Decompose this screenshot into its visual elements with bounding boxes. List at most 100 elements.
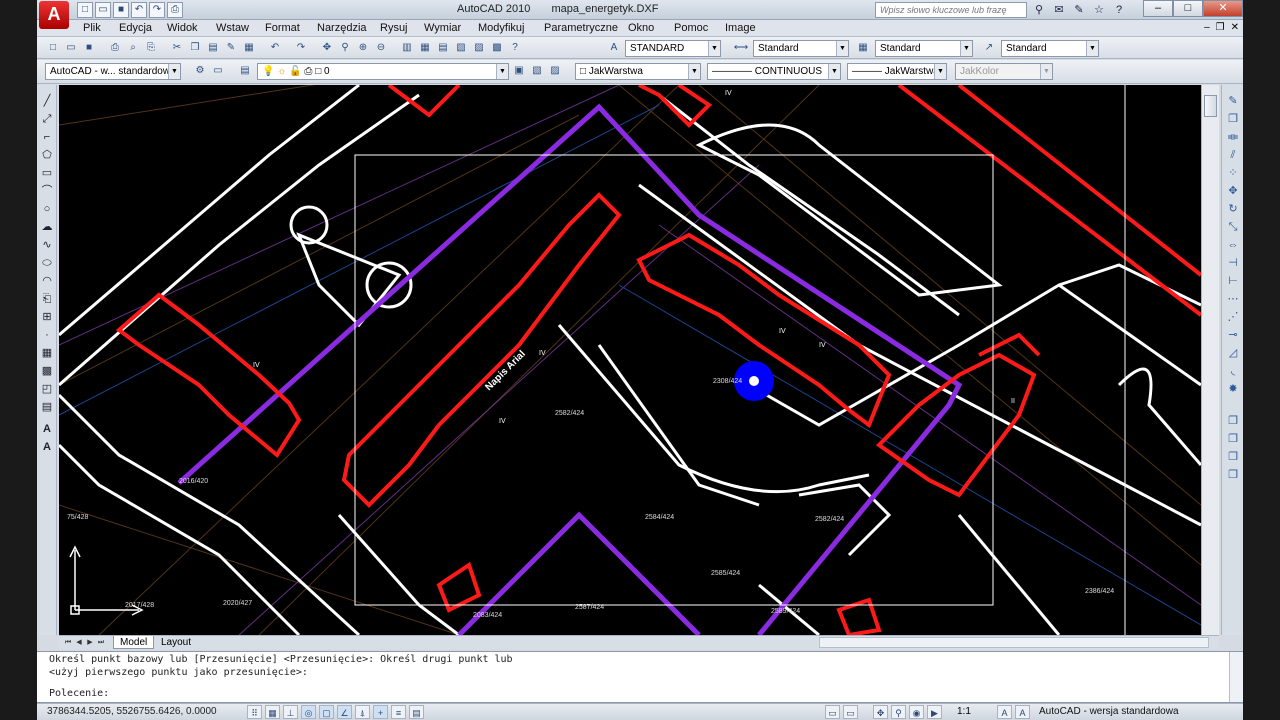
zoom-status-icon[interactable]: ⚲ — [891, 705, 906, 719]
menu-wstaw[interactable]: Wstaw — [216, 22, 249, 34]
text-style-select[interactable]: STANDARD ▼ — [625, 40, 721, 57]
erase-icon[interactable]: ✎ — [1225, 93, 1241, 109]
tools-icon[interactable]: ✎ — [1071, 2, 1087, 18]
offset-icon[interactable]: ⫽ — [1225, 147, 1241, 163]
bring-above-icon[interactable]: ❐ — [1225, 467, 1241, 483]
undo-icon[interactable]: ↶ — [267, 40, 283, 56]
move-icon[interactable]: ✥ — [1225, 183, 1241, 199]
first-tab-arrow-icon[interactable]: ⏮ — [63, 637, 73, 648]
break-icon[interactable]: ⋰ — [1225, 309, 1241, 325]
rotate-icon[interactable]: ↻ — [1225, 201, 1241, 217]
close-button[interactable]: ✕ — [1203, 0, 1243, 17]
next-tab-arrow-icon[interactable]: ▶ — [85, 637, 95, 648]
markup-icon[interactable]: ▨ — [471, 40, 487, 56]
save-icon[interactable]: ■ — [113, 2, 129, 18]
binoculars-icon[interactable]: ⚲ — [1031, 2, 1047, 18]
copy-icon[interactable]: ❐ — [187, 40, 203, 56]
command-scrollbar[interactable] — [1229, 652, 1243, 702]
explode-icon[interactable]: ✸ — [1225, 381, 1241, 397]
text-icon[interactable]: A — [39, 439, 55, 455]
ortho-mode-icon[interactable]: ⊥ — [283, 705, 298, 719]
join-icon[interactable]: ⊸ — [1225, 327, 1241, 343]
quickcalc-icon[interactable]: ▩ — [489, 40, 505, 56]
fillet-icon[interactable]: ◟ — [1225, 363, 1241, 379]
menu-parametryczne[interactable]: Parametryczne — [544, 22, 618, 34]
help-icon[interactable]: ? — [1111, 2, 1127, 18]
circle-icon[interactable]: ○ — [39, 201, 55, 217]
mirror-icon[interactable]: ⟚ — [1225, 129, 1241, 145]
object-snap-tracking-icon[interactable]: ∠ — [337, 705, 352, 719]
dim-style-select[interactable]: Standard ▼ — [753, 40, 849, 57]
insert-block-icon[interactable]: ⎗ — [39, 291, 55, 307]
mtext-icon[interactable]: A — [39, 421, 55, 437]
spline-icon[interactable]: ∿ — [39, 237, 55, 253]
menu-narzedzia[interactable]: Narzędzia — [317, 22, 367, 34]
showmotion-icon[interactable]: ▶ — [927, 705, 942, 719]
quick-properties-icon[interactable]: ▤ — [409, 705, 424, 719]
workspace-select[interactable]: AutoCAD - w... standardowa ▼ — [45, 63, 181, 80]
menu-image[interactable]: Image — [725, 22, 756, 34]
make-block-icon[interactable]: ⊞ — [39, 309, 55, 325]
layer-select[interactable]: 💡 ☼ 🔓 ⎙ □ 0 ▼ — [257, 63, 509, 80]
array-icon[interactable]: ⁘ — [1225, 165, 1241, 181]
polar-tracking-icon[interactable]: ◎ — [301, 705, 316, 719]
annotation-visibility-icon[interactable]: A — [997, 705, 1012, 719]
application-menu-button[interactable]: A — [39, 1, 69, 29]
tool-palettes-icon[interactable]: ▤ — [435, 40, 451, 56]
hatch-icon[interactable]: ▦ — [39, 345, 55, 361]
bring-front-icon[interactable]: ❐ — [1225, 431, 1241, 447]
help-search-input[interactable]: Wpisz słowo kluczowe lub frazę — [875, 2, 1027, 18]
command-line[interactable]: Określ punkt bazowy lub [Przesunięcie] <… — [37, 651, 1243, 703]
vertical-scrollbar[interactable] — [1201, 85, 1219, 635]
menu-plik[interactable]: Plik — [83, 22, 101, 34]
layout-space-icon[interactable]: ▭ — [843, 705, 858, 719]
layer-manager-icon[interactable]: ▤ — [237, 63, 253, 79]
command-prompt[interactable]: Polecenie: — [49, 688, 109, 699]
table-style-select[interactable]: Standard ▼ — [875, 40, 973, 57]
minimize-button[interactable]: – — [1143, 0, 1173, 17]
trim-icon[interactable]: ⊣ — [1225, 255, 1241, 271]
paste-icon[interactable]: ▤ — [205, 40, 221, 56]
lineweight-icon[interactable]: ≡ — [391, 705, 406, 719]
redo-icon[interactable]: ↷ — [149, 2, 165, 18]
steering-wheel-icon[interactable]: ◉ — [909, 705, 924, 719]
rectangle-icon[interactable]: ▭ — [39, 165, 55, 181]
lineweight-select[interactable]: ——— JakWarstwa ▼ — [847, 63, 947, 80]
model-space-icon[interactable]: ▭ — [825, 705, 840, 719]
snap-mode-icon[interactable]: ⠿ — [247, 705, 262, 719]
color-select[interactable]: □ JakWarstwa ▼ — [575, 63, 701, 80]
sheet-set-icon[interactable]: ▧ — [453, 40, 469, 56]
arc-icon[interactable]: ⌒ — [39, 183, 55, 199]
ellipse-icon[interactable]: ⬭ — [39, 255, 55, 271]
draw-order-icon[interactable]: ❐ — [1225, 413, 1241, 429]
help-icon[interactable]: ? — [507, 40, 523, 56]
print-icon[interactable]: ⎙ — [167, 2, 183, 18]
save-icon[interactable]: ■ — [81, 40, 97, 56]
drawing-viewport[interactable]: Napis Arial 2308/424 2582/424 2584/424 2… — [59, 85, 1201, 635]
qnew-icon[interactable]: □ — [45, 40, 61, 56]
doc-restore-button[interactable]: ❐ — [1216, 22, 1225, 33]
menu-modyfikuj[interactable]: Modyfikuj — [478, 22, 524, 34]
vertical-scroll-thumb[interactable] — [1204, 95, 1217, 117]
doc-close-button[interactable]: ✕ — [1231, 22, 1239, 33]
zoom-window-icon[interactable]: ⊕ — [355, 40, 371, 56]
polygon-icon[interactable]: ⬠ — [39, 147, 55, 163]
dynamic-input-icon[interactable]: + — [373, 705, 388, 719]
horizontal-scrollbar[interactable] — [819, 637, 1209, 648]
communication-center-icon[interactable]: ✉ — [1051, 2, 1067, 18]
open-icon[interactable]: ▭ — [63, 40, 79, 56]
menu-widok[interactable]: Widok — [167, 22, 198, 34]
match-properties-icon[interactable]: ✎ — [223, 40, 239, 56]
point-icon[interactable]: · — [39, 327, 55, 343]
workspace-save-icon[interactable]: ▭ — [210, 63, 226, 79]
last-tab-arrow-icon[interactable]: ⏭ — [96, 637, 106, 648]
tab-layout[interactable]: Layout — [155, 636, 197, 649]
design-center-icon[interactable]: ▦ — [417, 40, 433, 56]
gradient-icon[interactable]: ▩ — [39, 363, 55, 379]
table-icon[interactable]: ▤ — [39, 399, 55, 415]
menu-format[interactable]: Format — [265, 22, 300, 34]
ellipse-arc-icon[interactable]: ◠ — [39, 273, 55, 289]
make-current-layer-icon[interactable]: ▣ — [511, 63, 527, 79]
menu-rysuj[interactable]: Rysuj — [380, 22, 408, 34]
pan-icon[interactable]: ✥ — [319, 40, 335, 56]
